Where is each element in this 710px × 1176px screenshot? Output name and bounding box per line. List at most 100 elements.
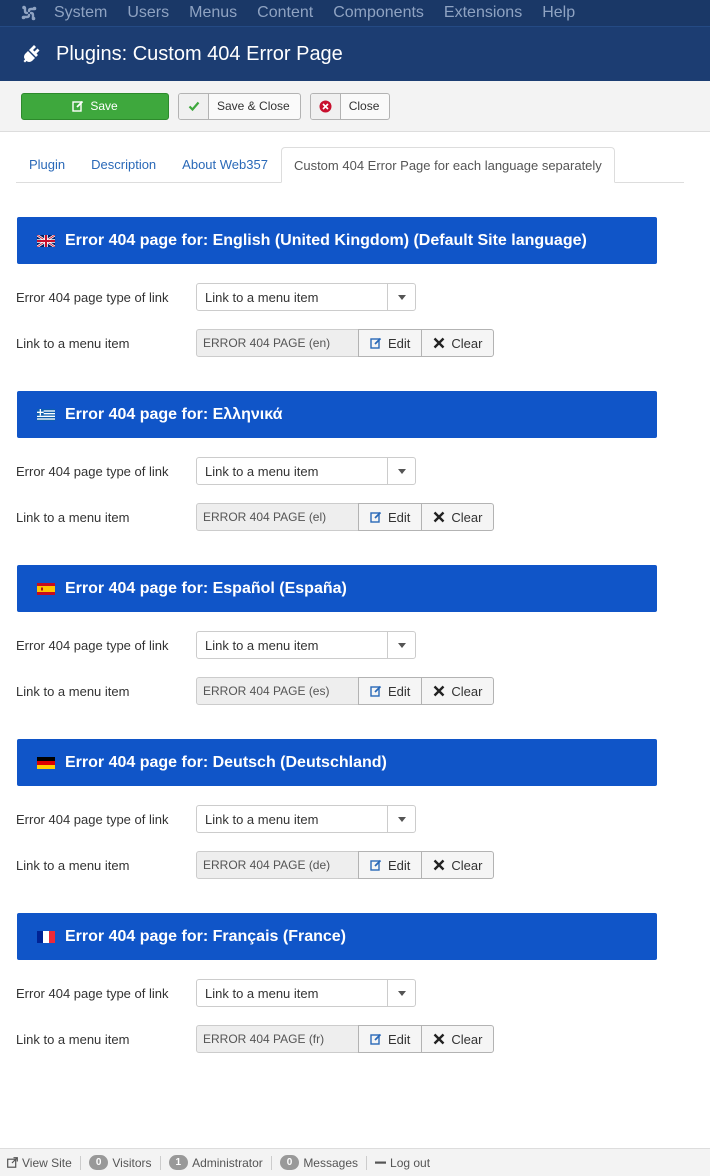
top-nav: System Users Menus Content Components Ex… <box>0 0 710 26</box>
tab-about-web357[interactable]: About Web357 <box>169 147 281 182</box>
clear-button[interactable]: Clear <box>421 503 495 531</box>
caret-down-icon <box>387 980 415 1006</box>
section-title: Error 404 page for: Ελληνικά <box>65 405 283 423</box>
clear-button[interactable]: Clear <box>421 1025 495 1053</box>
page-header: Plugins: Custom 404 Error Page <box>0 26 710 81</box>
edit-button[interactable]: Edit <box>358 851 423 879</box>
x-icon <box>433 685 445 697</box>
caret-down-icon <box>387 284 415 310</box>
link-type-label: Error 404 page type of link <box>16 289 169 305</box>
view-site-label: View Site <box>22 1155 72 1170</box>
link-type-value: Link to a menu item <box>205 637 319 653</box>
link-type-row: Error 404 page type of link Link to a me… <box>16 979 710 1007</box>
administrator-label: Administrator <box>192 1155 263 1170</box>
joomla-logo-icon[interactable] <box>18 2 40 24</box>
spain-flag-icon <box>37 582 55 595</box>
edit-label: Edit <box>388 1031 411 1047</box>
language-sections: Error 404 page for: English (United King… <box>0 217 710 1053</box>
menu-item-row: Link to a menu item ERROR 404 PAGE (es) … <box>16 677 710 705</box>
edit-button[interactable]: Edit <box>358 503 423 531</box>
tab-plugin[interactable]: Plugin <box>16 147 78 182</box>
menu-system[interactable]: System <box>54 0 107 26</box>
logout-link[interactable]: Log out <box>367 1156 438 1170</box>
section-header: Error 404 page for: Français (France) <box>17 913 657 960</box>
edit-icon <box>370 685 382 697</box>
clear-button[interactable]: Clear <box>421 677 495 705</box>
link-type-label: Error 404 page type of link <box>16 985 169 1001</box>
section-header: Error 404 page for: Español (España) <box>17 565 657 612</box>
minus-icon <box>375 1157 387 1168</box>
edit-button[interactable]: Edit <box>358 1025 423 1053</box>
visitors-indicator: 0 Visitors <box>81 1155 161 1170</box>
edit-icon <box>370 337 382 349</box>
edit-button[interactable]: Edit <box>358 677 423 705</box>
section-header: Error 404 page for: Deutsch (Deutschland… <box>17 739 657 786</box>
link-type-row: Error 404 page type of link Link to a me… <box>16 805 710 833</box>
view-site-link[interactable]: View Site <box>7 1155 81 1170</box>
administrator-badge: 1 <box>168 1155 189 1170</box>
section-german: Error 404 page for: Deutsch (Deutschland… <box>0 739 710 879</box>
menu-components[interactable]: Components <box>333 0 424 26</box>
menu-item-row: Link to a menu item ERROR 404 PAGE (en) … <box>16 329 710 357</box>
menu-extensions[interactable]: Extensions <box>444 0 522 26</box>
menu-item-field: ERROR 404 PAGE (de) <box>196 851 359 879</box>
external-link-icon <box>7 1157 18 1168</box>
section-french: Error 404 page for: Français (France) Er… <box>0 913 710 1053</box>
link-type-label: Error 404 page type of link <box>16 637 169 653</box>
link-type-select[interactable]: Link to a menu item <box>196 979 416 1007</box>
visitors-badge: 0 <box>88 1155 109 1170</box>
link-type-select[interactable]: Link to a menu item <box>196 805 416 833</box>
edit-button[interactable]: Edit <box>358 329 423 357</box>
menu-item-row: Link to a menu item ERROR 404 PAGE (de) … <box>16 851 710 879</box>
close-circle-icon <box>310 93 341 119</box>
section-title: Error 404 page for: Deutsch (Deutschland… <box>65 753 387 771</box>
caret-down-icon <box>387 458 415 484</box>
plug-icon <box>20 42 44 66</box>
section-greek: Error 404 page for: Ελληνικά Error 404 p… <box>0 391 710 531</box>
link-type-row: Error 404 page type of link Link to a me… <box>16 631 710 659</box>
menu-item-field: ERROR 404 PAGE (en) <box>196 329 359 357</box>
edit-label: Edit <box>388 509 411 525</box>
caret-down-icon <box>387 806 415 832</box>
link-type-row: Error 404 page type of link Link to a me… <box>16 283 710 311</box>
edit-icon <box>72 100 84 112</box>
edit-label: Edit <box>388 683 411 699</box>
link-type-select[interactable]: Link to a menu item <box>196 457 416 485</box>
edit-icon <box>370 859 382 871</box>
link-type-select[interactable]: Link to a menu item <box>196 631 416 659</box>
x-icon <box>433 511 445 523</box>
menu-users[interactable]: Users <box>127 0 169 26</box>
top-menu: System Users Menus Content Components Ex… <box>54 0 595 26</box>
menu-item-field: ERROR 404 PAGE (es) <box>196 677 359 705</box>
menu-item-row: Link to a menu item ERROR 404 PAGE (el) … <box>16 503 710 531</box>
clear-label: Clear <box>451 683 483 699</box>
link-type-label: Error 404 page type of link <box>16 811 169 827</box>
x-icon <box>433 859 445 871</box>
clear-button[interactable]: Clear <box>421 329 495 357</box>
menu-item-label: Link to a menu item <box>16 509 130 525</box>
tab-custom-404-per-language[interactable]: Custom 404 Error Page for each language … <box>280 147 615 183</box>
check-icon <box>179 93 209 119</box>
clear-button[interactable]: Clear <box>421 851 495 879</box>
menu-menus[interactable]: Menus <box>189 0 237 26</box>
menu-item-label: Link to a menu item <box>16 1031 130 1047</box>
menu-help[interactable]: Help <box>542 0 575 26</box>
link-type-select[interactable]: Link to a menu item <box>196 283 416 311</box>
section-header: Error 404 page for: Ελληνικά <box>17 391 657 438</box>
link-type-value: Link to a menu item <box>205 463 319 479</box>
menu-item-label: Link to a menu item <box>16 335 130 351</box>
link-type-value: Link to a menu item <box>205 985 319 1001</box>
save-close-label: Save & Close <box>217 99 290 113</box>
menu-item-row: Link to a menu item ERROR 404 PAGE (fr) … <box>16 1025 710 1053</box>
caret-down-icon <box>387 632 415 658</box>
tab-description[interactable]: Description <box>78 147 169 182</box>
save-close-button[interactable]: Save & Close <box>178 92 301 120</box>
section-english: Error 404 page for: English (United King… <box>0 217 710 357</box>
menu-item-label: Link to a menu item <box>16 683 130 699</box>
link-type-value: Link to a menu item <box>205 811 319 827</box>
messages-link[interactable]: 0 Messages <box>272 1155 368 1170</box>
menu-content[interactable]: Content <box>257 0 313 26</box>
section-header: Error 404 page for: English (United King… <box>17 217 657 264</box>
close-button[interactable]: Close <box>309 92 391 120</box>
save-button[interactable]: Save <box>21 92 169 120</box>
